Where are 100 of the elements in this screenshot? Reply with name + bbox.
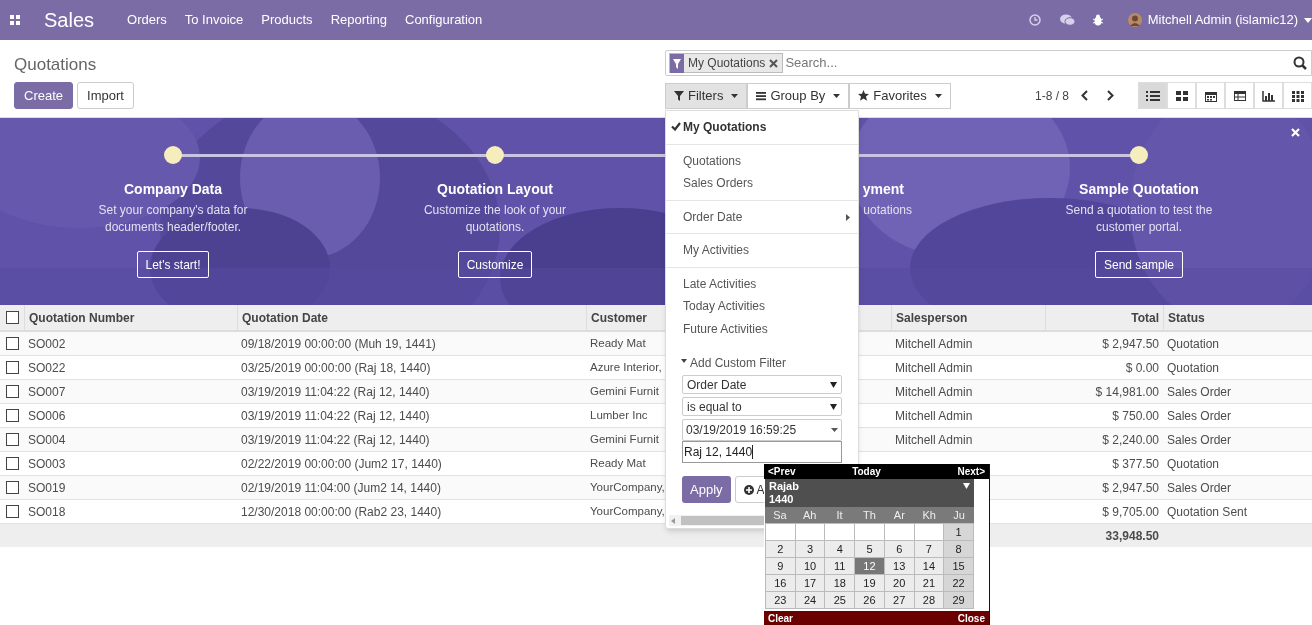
day-cell[interactable]: 18 xyxy=(825,575,855,591)
bar-chart-button[interactable] xyxy=(1254,82,1283,109)
column-header[interactable]: Salesperson xyxy=(891,305,1045,330)
bug-icon[interactable] xyxy=(1091,14,1104,26)
checkbox[interactable] xyxy=(5,337,19,350)
filter-option[interactable]: Today Activities xyxy=(666,295,858,318)
checkbox[interactable] xyxy=(5,311,19,324)
filter-option[interactable]: My Quotations xyxy=(666,116,858,139)
checkbox[interactable] xyxy=(5,457,19,470)
select-field[interactable]: is equal to xyxy=(682,397,842,416)
day-cell[interactable]: 29 xyxy=(944,592,973,608)
checkbox[interactable] xyxy=(5,433,19,446)
step-button[interactable]: Customize xyxy=(457,251,533,278)
close-link[interactable]: Close xyxy=(957,610,985,625)
apply-button[interactable]: Apply xyxy=(682,476,731,503)
filter-option[interactable]: Sales Orders xyxy=(666,172,858,195)
filter-option[interactable]: Order Date xyxy=(666,205,858,228)
today-link[interactable]: Today xyxy=(852,464,881,479)
column-header[interactable]: Total xyxy=(1045,305,1163,330)
column-header[interactable]: Quotation Number xyxy=(24,305,237,330)
clock-icon[interactable] xyxy=(1028,14,1041,26)
menu-item[interactable]: Reporting xyxy=(321,10,396,30)
day-cell[interactable]: 2 xyxy=(766,541,795,557)
previous-month-link[interactable]: <Prev xyxy=(768,464,796,479)
previous-icon[interactable] xyxy=(1081,90,1088,101)
filter-option[interactable]: My Activities xyxy=(666,239,858,262)
custom-filter-toggle[interactable]: Add Custom Filter xyxy=(681,354,842,372)
day-cell[interactable]: 6 xyxy=(884,541,914,557)
day-cell[interactable]: 22 xyxy=(944,575,973,591)
apps-menu-icon[interactable] xyxy=(10,15,20,25)
day-cell[interactable]: 26 xyxy=(855,592,884,608)
menu-item[interactable]: Configuration xyxy=(396,10,492,30)
search-icon[interactable] xyxy=(1293,56,1307,70)
list-view-button[interactable] xyxy=(1138,82,1167,109)
month-selector[interactable]: Rajab 1440 xyxy=(765,479,974,507)
column-header[interactable]: Quotation Date xyxy=(237,305,586,330)
filter-option[interactable]: Late Activities xyxy=(666,272,858,295)
day-cell[interactable]: 3 xyxy=(795,541,825,557)
day-cell[interactable]: 21 xyxy=(914,575,944,591)
day-cell[interactable]: 7 xyxy=(914,541,944,557)
clear-link[interactable]: Clear xyxy=(768,610,793,625)
next-month-link[interactable]: Next> xyxy=(957,464,985,479)
search-field[interactable]: My Quotations Search... xyxy=(665,50,1312,76)
user-name[interactable]: Mitchell Admin (islamic12) xyxy=(1147,10,1298,30)
filter-facet[interactable]: My Quotations xyxy=(669,53,784,73)
import-button[interactable]: Import xyxy=(77,82,134,109)
breadcrumb[interactable]: Quotations xyxy=(14,52,665,82)
caret-icon[interactable] xyxy=(1304,17,1312,23)
kanban-view-button[interactable] xyxy=(1167,82,1196,109)
date-field[interactable]: 03/19/2019 16:59:25 xyxy=(682,419,842,441)
filter-option[interactable]: Quotations xyxy=(666,149,858,172)
table-cell-text: SO018 xyxy=(28,503,66,521)
grid-view-button[interactable] xyxy=(1283,82,1312,109)
calendar-view-button[interactable] xyxy=(1196,82,1225,109)
day-cell[interactable]: 24 xyxy=(795,592,825,608)
checkbox[interactable] xyxy=(5,409,19,422)
day-cell[interactable]: 10 xyxy=(795,558,825,574)
day-cell[interactable]: 25 xyxy=(825,592,855,608)
close-icon[interactable] xyxy=(769,58,779,68)
weekday-label: Ah xyxy=(802,508,818,523)
day-cell[interactable]: 11 xyxy=(825,558,855,574)
day-cell[interactable]: 12 xyxy=(855,558,884,574)
checkbox[interactable] xyxy=(5,385,19,398)
day-cell[interactable]: 16 xyxy=(766,575,795,591)
day-cell[interactable]: 4 xyxy=(825,541,855,557)
day-cell[interactable]: 15 xyxy=(944,558,973,574)
avatar-icon[interactable] xyxy=(1127,13,1142,27)
day-cell[interactable]: 17 xyxy=(795,575,825,591)
day-cell[interactable]: 8 xyxy=(944,541,973,557)
weekday-label: Ju xyxy=(952,508,966,523)
day-cell[interactable]: 13 xyxy=(884,558,914,574)
select-field[interactable]: Order Date xyxy=(682,375,842,394)
table-cell-text: YourCompany, xyxy=(590,479,665,495)
menu-item[interactable]: To Invoice xyxy=(175,10,253,30)
search-option-tab[interactable]: Group By xyxy=(747,82,850,109)
search-option-tab[interactable]: Filters xyxy=(665,82,748,109)
column-header[interactable]: Status xyxy=(1163,305,1312,330)
search-option-tab[interactable]: Favorites xyxy=(849,82,951,109)
menu-item[interactable]: Orders xyxy=(118,10,176,30)
checkbox[interactable] xyxy=(5,505,19,518)
table-view-button[interactable] xyxy=(1225,82,1254,109)
day-cell[interactable]: 28 xyxy=(914,592,944,608)
date-input-field[interactable]: Raj 12, 1440 xyxy=(682,441,842,463)
day-cell[interactable]: 19 xyxy=(855,575,884,591)
step-button[interactable]: Send sample xyxy=(1094,251,1183,278)
step-button[interactable]: Let's start! xyxy=(136,251,210,278)
chat-icon[interactable] xyxy=(1059,14,1075,26)
next-icon[interactable] xyxy=(1107,90,1114,101)
day-cell[interactable]: 23 xyxy=(766,592,795,608)
step-title: yment xyxy=(862,180,904,198)
menu-item[interactable]: Products xyxy=(252,10,322,30)
day-cell[interactable]: 27 xyxy=(884,592,914,608)
create-button[interactable]: Create xyxy=(14,82,74,109)
checkbox[interactable] xyxy=(5,481,19,494)
day-cell[interactable]: 5 xyxy=(855,541,884,557)
day-cell[interactable]: 20 xyxy=(884,575,914,591)
day-cell[interactable]: 14 xyxy=(914,558,944,574)
checkbox[interactable] xyxy=(5,361,19,374)
day-cell[interactable]: 9 xyxy=(766,558,795,574)
day-cell[interactable]: 1 xyxy=(944,524,973,540)
